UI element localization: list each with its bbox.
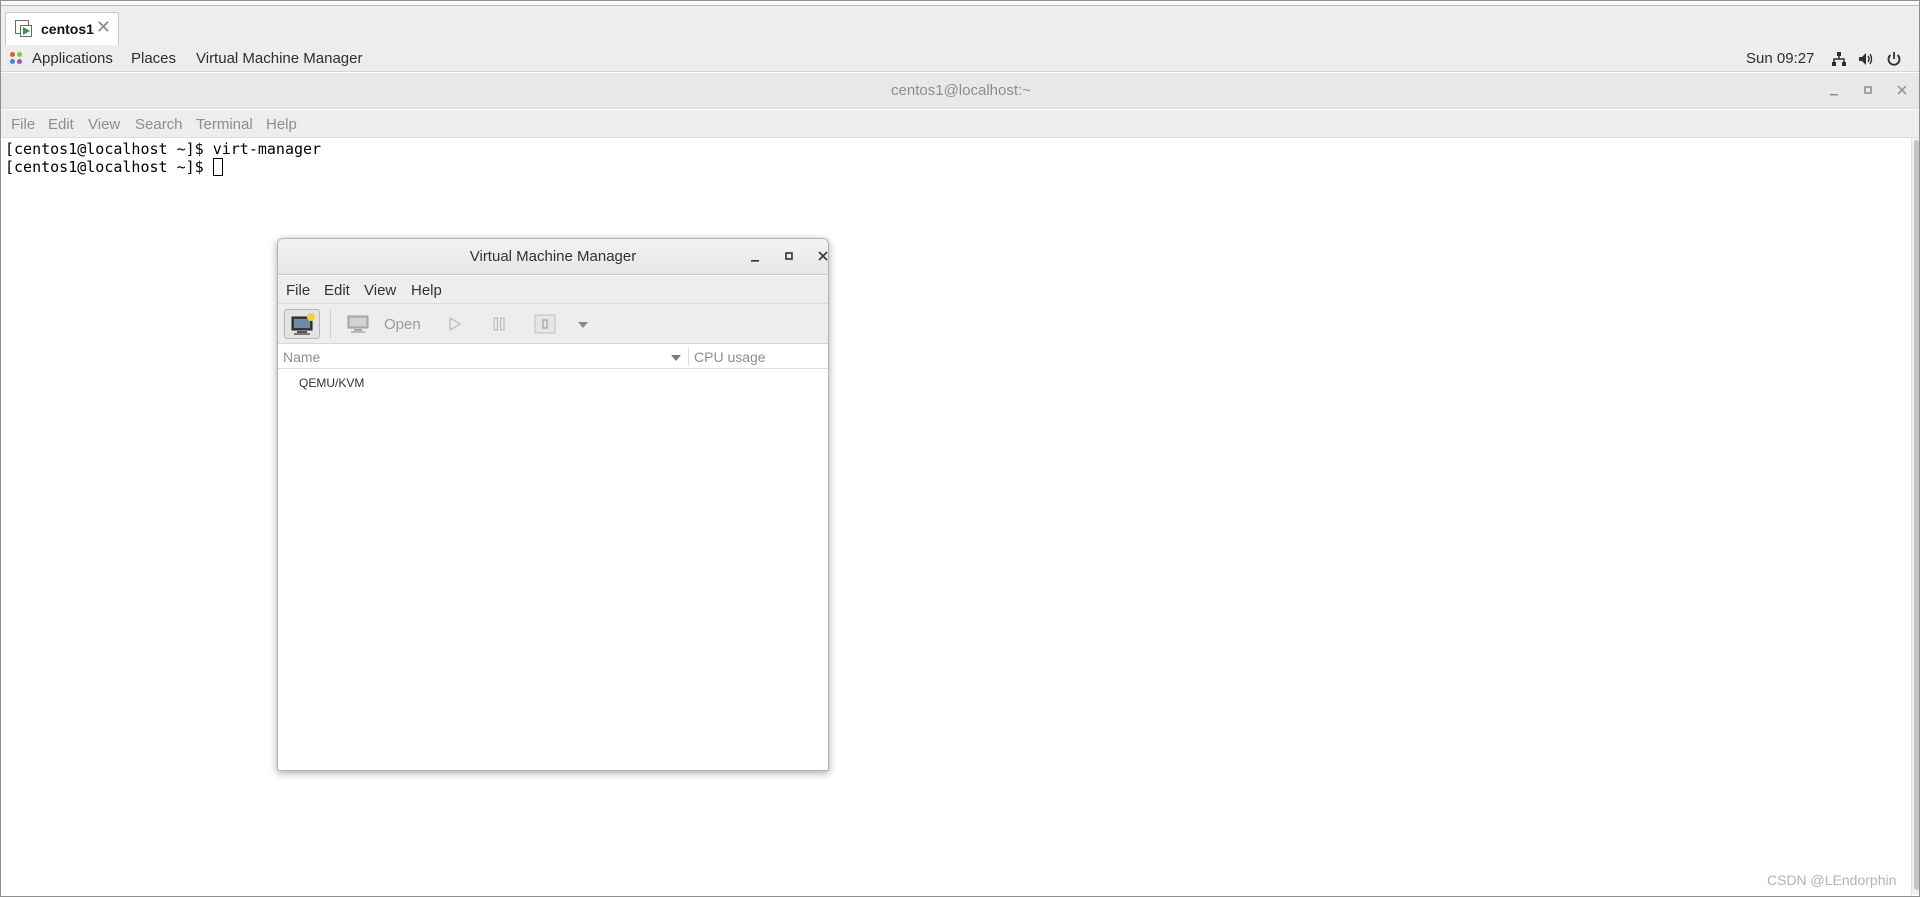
terminal-menu-help[interactable]: Help (266, 116, 297, 133)
column-cpu-usage[interactable]: CPU usage (694, 349, 766, 365)
vmm-menubar: File Edit View Help (278, 276, 828, 304)
open-button[interactable]: Open (384, 316, 421, 333)
places-menu[interactable]: Places (131, 50, 176, 67)
toolbar-separator (330, 310, 331, 338)
network-icon[interactable] (1831, 51, 1847, 67)
run-icon[interactable] (448, 317, 462, 331)
close-icon[interactable]: ✕ (96, 19, 111, 37)
terminal-menubar: File Edit View Search Terminal Help (1, 110, 1919, 138)
desktop-viewer: centos1 ✕ Applications Places Virtual Ma… (0, 0, 1920, 897)
watermark: CSDN @LEndorphin (1767, 872, 1897, 888)
chevron-down-icon[interactable] (577, 321, 589, 329)
close-icon[interactable] (1889, 73, 1915, 109)
close-icon[interactable] (810, 239, 828, 275)
vmm-menu-help[interactable]: Help (411, 282, 442, 299)
terminal-prompt-line[interactable]: [centos1@localhost ~]$ (5, 158, 223, 176)
host-tab-strip: centos1 ✕ (1, 5, 1919, 45)
clock[interactable]: Sun 09:27 (1746, 50, 1814, 67)
gnome-top-bar: Applications Places Virtual Machine Mana… (1, 45, 1919, 72)
maximize-icon[interactable] (1855, 73, 1881, 109)
terminal-scrollbar[interactable] (1911, 138, 1919, 895)
vm-console-icon (15, 20, 33, 38)
connection-row[interactable]: QEMU/KVM (278, 372, 828, 394)
terminal-menu-search[interactable]: Search (135, 116, 183, 133)
column-name[interactable]: Name (283, 349, 320, 365)
vmm-title: Virtual Machine Manager (469, 248, 637, 265)
minimize-icon[interactable] (1821, 73, 1847, 109)
text-cursor (212, 158, 223, 176)
vmm-toolbar: Open (278, 304, 828, 344)
terminal-menu-edit[interactable]: Edit (48, 116, 74, 133)
host-tab-centos1[interactable]: centos1 ✕ (5, 12, 119, 45)
applications-menu[interactable]: Applications (32, 50, 113, 67)
vmm-menu-view[interactable]: View (364, 282, 396, 299)
terminal-title: centos1@localhost:~ (891, 82, 1031, 99)
vmm-app-menu[interactable]: Virtual Machine Manager (196, 50, 362, 67)
terminal-titlebar: centos1@localhost:~ (1, 73, 1919, 109)
new-vm-button[interactable] (284, 309, 320, 339)
shutdown-icon[interactable] (534, 314, 556, 334)
terminal-line: [centos1@localhost ~]$ virt-manager (5, 140, 322, 158)
vm-list-header: Name CPU usage (278, 345, 828, 369)
maximize-icon[interactable] (776, 239, 802, 275)
vmm-menu-file[interactable]: File (286, 282, 310, 299)
applications-icon (10, 52, 24, 66)
vmm-menu-edit[interactable]: Edit (324, 282, 350, 299)
connection-name: QEMU/KVM (299, 376, 365, 390)
vmm-window: Virtual Machine Manager File Edit View H… (277, 238, 829, 771)
column-divider (688, 348, 689, 366)
terminal-menu-terminal[interactable]: Terminal (196, 116, 253, 133)
sort-down-icon[interactable] (671, 355, 681, 361)
pause-icon[interactable] (492, 317, 506, 331)
terminal-menu-file[interactable]: File (11, 116, 35, 133)
monitor-icon (347, 315, 369, 333)
volume-icon[interactable] (1858, 51, 1874, 67)
power-icon[interactable] (1886, 51, 1902, 67)
terminal-menu-view[interactable]: View (88, 116, 120, 133)
host-tab-label: centos1 (41, 21, 94, 37)
minimize-icon[interactable] (742, 239, 768, 275)
terminal-line: [centos1@localhost ~]$ (5, 158, 213, 176)
vmm-titlebar[interactable]: Virtual Machine Manager (278, 239, 828, 275)
new-vm-icon (291, 313, 315, 335)
